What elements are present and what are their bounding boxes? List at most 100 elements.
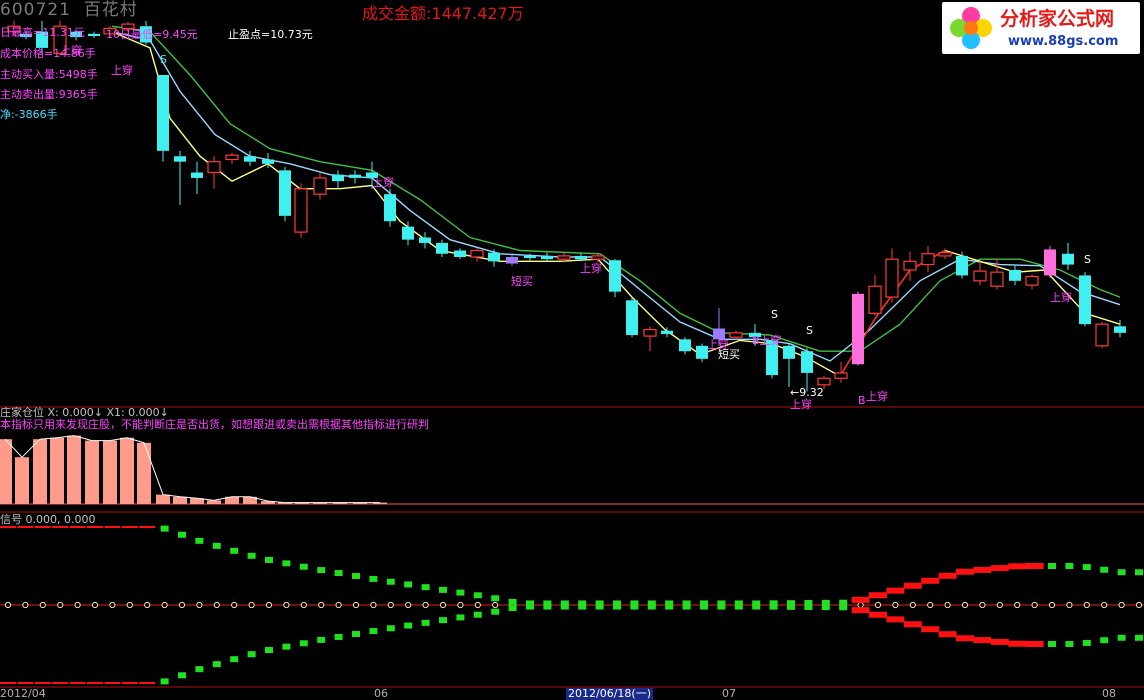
signal-green-square: [526, 603, 534, 610]
signal-green-square: [1048, 641, 1056, 647]
signal-dot: [1048, 601, 1056, 609]
signal-band-red: [34, 526, 51, 528]
signal-dot: [1118, 601, 1125, 609]
candle-body: [541, 255, 553, 260]
signal-label: 短买: [718, 348, 740, 361]
signal-dot: [213, 601, 220, 609]
signal-dot: [196, 601, 203, 609]
signal-green-square: [1100, 637, 1109, 644]
signal-band-red: [886, 587, 905, 594]
candle-body: [852, 293, 864, 365]
info-sell-volume: 主动卖出量:9365手: [0, 88, 98, 101]
candle-body: [626, 300, 638, 335]
signal-green-square: [734, 603, 743, 610]
candle-body: [834, 372, 848, 379]
signal-green-square: [230, 656, 239, 663]
signal-green-square: [1135, 569, 1143, 576]
signal-dot: [39, 601, 46, 609]
candle-body: [88, 33, 100, 36]
site-url: www.88gs.com: [1008, 34, 1119, 49]
signal-green-square: [334, 633, 343, 640]
candle-body: [262, 159, 274, 164]
signal-panel-title: 信号 0.000, 0.000: [0, 513, 96, 526]
signal-green-square: [1048, 563, 1056, 569]
signal-label: 上穿: [866, 390, 888, 403]
info-buy-volume: 主动买入量:5498手: [0, 68, 98, 81]
signal-dot: [439, 601, 447, 609]
site-logo[interactable]: 分析家公式网 www.88gs.com: [942, 2, 1140, 54]
signal-green-square: [456, 589, 465, 596]
holdings-bar: [33, 439, 47, 504]
candle-body: [1062, 253, 1074, 265]
signal-dot: [892, 601, 899, 609]
candle-body: [488, 252, 500, 262]
info-high: 日最高=11.31元: [0, 26, 85, 39]
candle-body: [207, 161, 221, 174]
signal-dot: [126, 601, 133, 609]
signal-green-square: [769, 603, 778, 610]
signal-dot: [335, 601, 342, 609]
signal-dot: [927, 601, 934, 609]
candle-body: [454, 250, 466, 257]
signal-dot: [178, 601, 186, 609]
signal-dot: [961, 601, 969, 609]
candle-body: [679, 339, 691, 352]
signal-green-square: [352, 572, 360, 579]
date-label: 06: [374, 687, 388, 700]
signal-dot: [944, 601, 951, 609]
candle-body: [938, 252, 952, 257]
signal-band-red: [87, 526, 103, 528]
signal-dot: [370, 601, 377, 609]
holdings-bar: [85, 440, 99, 504]
signal-green-square: [647, 603, 656, 610]
signal-label: 上穿: [790, 398, 812, 411]
signal-dot: [422, 601, 429, 609]
signal-green-square: [473, 611, 482, 618]
holdings-bar: [50, 437, 64, 504]
signal-band-red: [1025, 641, 1044, 647]
signal-green-square: [421, 584, 430, 591]
signal-dot: [1014, 601, 1021, 609]
signal-label: S: [771, 308, 778, 321]
candle-body: [524, 255, 536, 259]
signal-green-square: [439, 586, 447, 593]
signal-band-red: [921, 577, 940, 584]
ma-mid-line: [111, 31, 1121, 362]
signal-green-square: [1117, 634, 1126, 641]
candle-body: [419, 237, 431, 243]
signal-dot: [909, 601, 916, 609]
candle-body: [973, 270, 987, 282]
signal-green-square: [787, 603, 795, 610]
signal-green-square: [195, 537, 204, 544]
holdings-bar: [173, 496, 187, 504]
candle-body: [575, 255, 587, 260]
signal-green-square: [317, 636, 326, 643]
stop-profit-label: 止盈点=10.73元: [228, 28, 313, 41]
signal-band-red: [104, 526, 121, 528]
signal-green-square: [299, 563, 308, 570]
signal-dot: [874, 601, 882, 609]
signal-band-red: [903, 582, 922, 589]
signal-dot: [74, 601, 81, 609]
candle-body: [1079, 275, 1091, 325]
candle-body: [313, 177, 327, 195]
signal-green-square: [386, 578, 395, 585]
candle-body: [436, 242, 448, 254]
signal-green-square: [334, 570, 343, 577]
signal-band-red: [869, 611, 887, 618]
candlestick-chart[interactable]: [0, 0, 1144, 700]
signal-green-square: [369, 628, 378, 635]
candle-body: [384, 194, 396, 222]
candle-body: [885, 258, 899, 298]
signal-green-square: [1082, 639, 1091, 646]
signal-label: S: [806, 324, 813, 337]
signal-dot: [1101, 601, 1108, 609]
signal-green-square: [282, 560, 291, 567]
signal-label: 上穿: [372, 176, 394, 189]
signal-green-square: [700, 603, 708, 610]
signal-band-red: [869, 592, 887, 599]
signal-green-square: [178, 531, 186, 538]
signal-green-square: [543, 603, 552, 610]
signal-green-square: [1082, 564, 1091, 571]
signal-band-red: [0, 682, 16, 684]
